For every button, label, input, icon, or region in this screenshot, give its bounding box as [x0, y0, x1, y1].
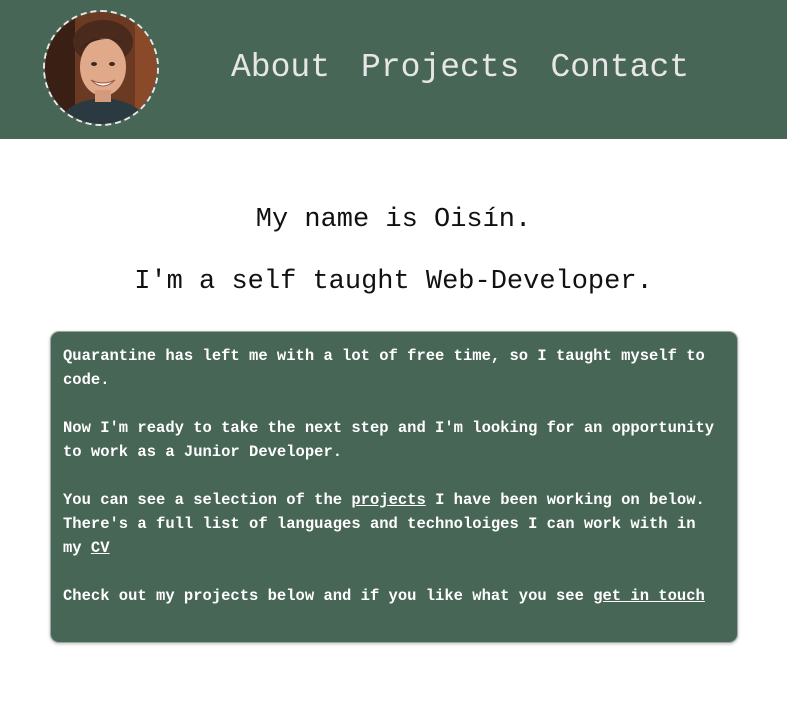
intro-name-heading: My name is Oisín. [255, 205, 532, 235]
about-paragraph-4-text: Check out my projects below and if you l… [63, 587, 594, 605]
avatar-photo [45, 12, 157, 124]
about-card: Quarantine has left me with a lot of fre… [50, 331, 738, 643]
cv-link[interactable]: CV [91, 539, 110, 557]
about-paragraph-1: Quarantine has left me with a lot of fre… [63, 344, 717, 392]
about-paragraph-3-text-a: You can see a selection of the [63, 491, 352, 509]
site-header: About Projects Contact [0, 0, 787, 139]
about-paragraph-4: Check out my projects below and if you l… [63, 584, 717, 608]
about-paragraph-2: Now I'm ready to take the next step and … [63, 416, 717, 464]
about-paragraph-1-text: Quarantine has left me with a lot of fre… [63, 347, 705, 389]
projects-link[interactable]: projects [351, 491, 425, 509]
intro-role-heading: I'm a self taught Web-Developer. [134, 267, 653, 297]
about-paragraph-3: You can see a selection of the projects … [63, 488, 717, 560]
about-paragraph-2-text: Now I'm ready to take the next step and … [63, 419, 715, 461]
junior-developer-emphasis: Junior Developer. [183, 443, 343, 461]
nav-projects-link[interactable]: Projects [361, 48, 519, 88]
main-nav: About Projects Contact [231, 48, 689, 88]
nav-about-link[interactable]: About [231, 48, 330, 88]
avatar [43, 10, 159, 126]
nav-contact-link[interactable]: Contact [550, 48, 689, 88]
get-in-touch-link[interactable]: get in touch [593, 587, 705, 605]
